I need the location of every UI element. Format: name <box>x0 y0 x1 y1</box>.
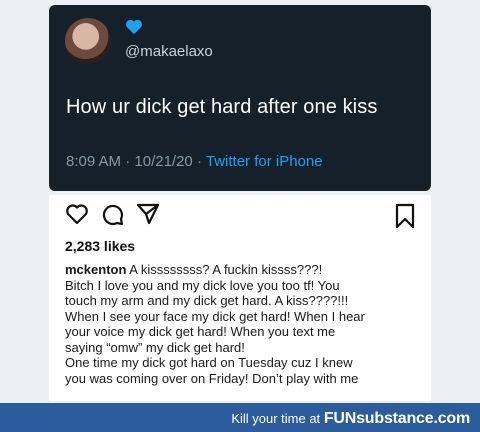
tweet-handle[interactable]: @makaelaxo <box>125 43 213 60</box>
caption-line: When I see your face my dick get hard! W… <box>65 308 365 324</box>
avatar[interactable] <box>65 18 111 64</box>
tweet-time: 8:09 AM <box>66 153 122 170</box>
tweet-meta: 8:09 AM · 10/21/20 · Twitter for iPhone <box>66 153 323 170</box>
caption-line: touch my arm and my dick get hard. A kis… <box>65 293 349 308</box>
caption-line: mckenton A kissssssss? A fuckin kissss??… <box>65 262 323 277</box>
instagram-post: 2,283 likes mckenton A kissssssss? A fuc… <box>49 195 431 401</box>
caption-line: Bitch I love you and my dick love you to… <box>65 277 340 293</box>
post-username[interactable]: mckenton <box>65 262 126 277</box>
blue-heart-icon <box>126 19 142 35</box>
tweet-date: 10/21/20 <box>134 153 193 170</box>
comment-icon[interactable] <box>101 203 125 227</box>
caption-line: you was coming over on Friday! Don’t pla… <box>65 370 359 386</box>
likes-count[interactable]: 2,283 likes <box>65 238 135 254</box>
share-icon[interactable] <box>136 202 160 226</box>
bookmark-icon[interactable] <box>394 203 416 229</box>
tweet-card: @makaelaxo How ur dick get hard after on… <box>49 5 431 191</box>
caption-line: One time my dick got hard on Tuesday cuz… <box>65 355 353 370</box>
caption-line: your voice my dick get hard! When you te… <box>65 324 336 339</box>
caption-line: saying “omw” my dick get hard! <box>65 339 245 355</box>
heart-icon[interactable] <box>65 203 89 225</box>
watermark-bar: Kill your time at FUNsubstance.com <box>0 403 480 432</box>
tweet-source[interactable]: Twitter for iPhone <box>206 153 323 170</box>
watermark-brand[interactable]: FUNsubstance.com <box>324 410 470 427</box>
watermark-tagline: Kill your time at <box>231 411 321 426</box>
post-caption: mckenton A kissssssss? A fuckin kissss??… <box>65 262 427 386</box>
tweet-text: How ur dick get hard after one kiss <box>66 96 378 118</box>
watermark-text: Kill your time at FUNsubstance.com <box>231 410 470 428</box>
